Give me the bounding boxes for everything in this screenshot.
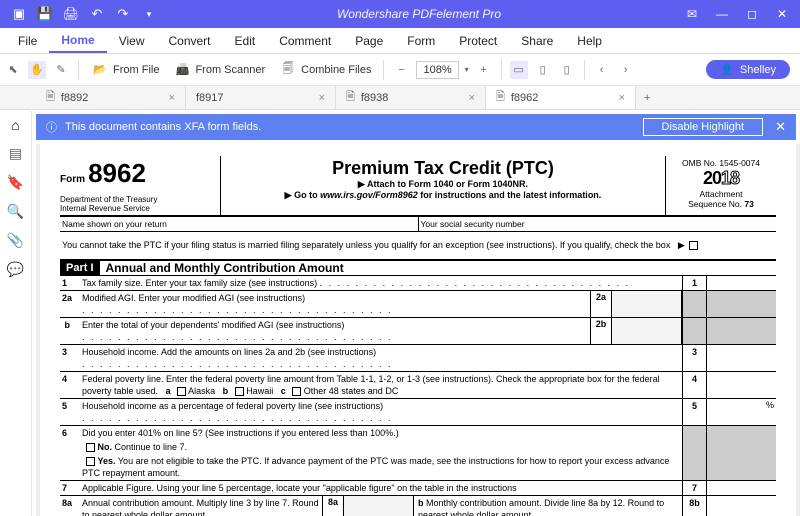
bookmarks-icon[interactable]: 🔖 [7,174,24,191]
menu-page[interactable]: Page [343,30,395,52]
doc-icon: 🗎 [346,88,355,107]
tab-close-icon[interactable]: × [469,92,475,104]
hawaii-checkbox[interactable] [235,387,244,396]
line6-no-checkbox[interactable] [86,443,95,452]
minimize-button[interactable]: — [708,4,736,24]
fit-page-icon[interactable]: ▭ [510,61,528,79]
tab-f8962[interactable]: 🗎f8962× [486,86,636,109]
from-scanner-button[interactable]: 📠From Scanner [169,59,269,81]
doc-icon: 🗎 [496,88,505,107]
menu-share[interactable]: Share [509,30,565,52]
maximize-button[interactable]: ◻ [738,4,766,24]
zoom-dropdown-icon[interactable]: ▾ [465,65,469,74]
menu-file[interactable]: File [6,30,49,52]
attach-line: ▶ Attach to Form 1040 or Form 1040NR. [225,179,661,190]
dept-label: Department of the Treasury Internal Reve… [60,195,214,213]
user-button[interactable]: 👤Shelley [706,60,790,79]
ssn-field-label: Your social security number [419,217,777,231]
tab-f8892[interactable]: 🗎f8892× [36,86,186,109]
attachments-icon[interactable]: 📎 [7,232,24,249]
new-tab-button[interactable]: + [636,86,658,109]
tab-f8938[interactable]: 🗎f8938× [336,86,486,109]
search-icon[interactable]: 🔍 [7,203,24,220]
sidebar: ⌂ ▤ 🔖 🔍 📎 💬 [0,111,32,516]
line5-box[interactable]: % [706,399,776,425]
line7-box[interactable] [706,481,776,495]
part1-tag: Part I [60,261,100,275]
doc-icon: 🗎 [46,88,55,107]
next-page-icon[interactable]: › [617,61,635,79]
menu-help[interactable]: Help [565,30,614,52]
zoom-out-button[interactable]: − [392,61,410,79]
zoom-in-button[interactable]: + [475,61,493,79]
xfa-infobar: ⓘ This document contains XFA form fields… [36,114,796,140]
info-icon: ⓘ [46,119,57,135]
select-tool-icon[interactable]: ⬉ [4,61,22,79]
fit-height-icon[interactable]: ▯ [558,61,576,79]
home-icon[interactable]: ⌂ [11,117,19,133]
other48-checkbox[interactable] [292,387,301,396]
menu-home[interactable]: Home [49,29,106,53]
alaska-checkbox[interactable] [177,387,186,396]
folder-icon: 📂 [91,61,109,79]
line3-box[interactable] [706,345,776,371]
edit-tool-icon[interactable]: ✎ [52,61,70,79]
line8b-box[interactable] [706,496,776,516]
exception-checkbox[interactable] [689,241,698,250]
tab-close-icon[interactable]: × [169,92,175,104]
goto-line: ▶ Go to www.irs.gov/Form8962 for instruc… [225,190,661,201]
menu-edit[interactable]: Edit [223,30,268,52]
menubar: File Home View Convert Edit Comment Page… [0,28,800,54]
document-page: Form 8962 Department of the Treasury Int… [40,144,796,516]
menu-convert[interactable]: Convert [156,30,222,52]
tabbar: 🗎f8892× f8917× 🗎f8938× 🗎f8962× + [0,86,800,110]
prev-page-icon[interactable]: ‹ [593,61,611,79]
line1-box[interactable] [706,276,776,290]
fit-width-icon[interactable]: ▯ [534,61,552,79]
line8a-box[interactable] [344,496,414,516]
line2b-box[interactable] [612,318,682,344]
infobar-close-icon[interactable]: ✕ [775,119,786,135]
menu-comment[interactable]: Comment [267,30,343,52]
close-button[interactable]: ✕ [768,4,796,24]
omb-number: OMB No. 1545-0074 [670,158,772,168]
disable-highlight-button[interactable]: Disable Highlight [643,118,764,136]
form-label: Form 8962 [60,173,146,185]
hand-tool-icon[interactable]: ✋ [28,61,46,79]
from-file-button[interactable]: 📂From File [87,59,163,81]
combine-icon: 🗐 [279,61,297,79]
infobar-message: This document contains XFA form fields. [65,121,261,133]
app-logo-icon: ▣ [8,4,30,24]
feedback-icon[interactable]: ✉ [678,4,706,24]
part1-title: Annual and Monthly Contribution Amount [100,261,344,275]
thumbnails-icon[interactable]: ▤ [9,145,22,162]
line6-yes-checkbox[interactable] [86,457,95,466]
attach-seq: Attachment Sequence No. 73 [670,189,772,209]
user-icon: 👤 [720,63,734,76]
line2a-box[interactable] [612,291,682,317]
menu-protect[interactable]: Protect [447,30,509,52]
menu-form[interactable]: Form [395,30,447,52]
filing-status-note: You cannot take the PTC if your filing s… [60,232,776,260]
tax-year: 2018 [670,168,772,189]
line4-box[interactable] [706,372,776,398]
toolbar: ⬉ ✋ ✎ 📂From File 📠From Scanner 🗐Combine … [0,54,800,86]
comments-icon[interactable]: 💬 [7,261,24,278]
undo-icon[interactable]: ↶ [86,4,108,24]
tab-close-icon[interactable]: × [619,92,625,104]
qat-more-icon[interactable]: ▾ [138,4,160,24]
print-icon[interactable]: 🖨 [60,4,82,24]
tab-f8917[interactable]: f8917× [186,86,336,109]
save-icon[interactable]: 💾 [34,4,56,24]
form-title: Premium Tax Credit (PTC) [225,158,661,179]
zoom-value[interactable]: 108% [416,61,458,79]
menu-view[interactable]: View [107,30,157,52]
app-title: Wondershare PDFelement Pro [160,7,678,21]
redo-icon[interactable]: ↷ [112,4,134,24]
name-field-label: Name shown on your return [60,217,419,231]
combine-files-button[interactable]: 🗐Combine Files [275,59,375,81]
tab-close-icon[interactable]: × [319,92,325,104]
scanner-icon: 📠 [173,61,191,79]
